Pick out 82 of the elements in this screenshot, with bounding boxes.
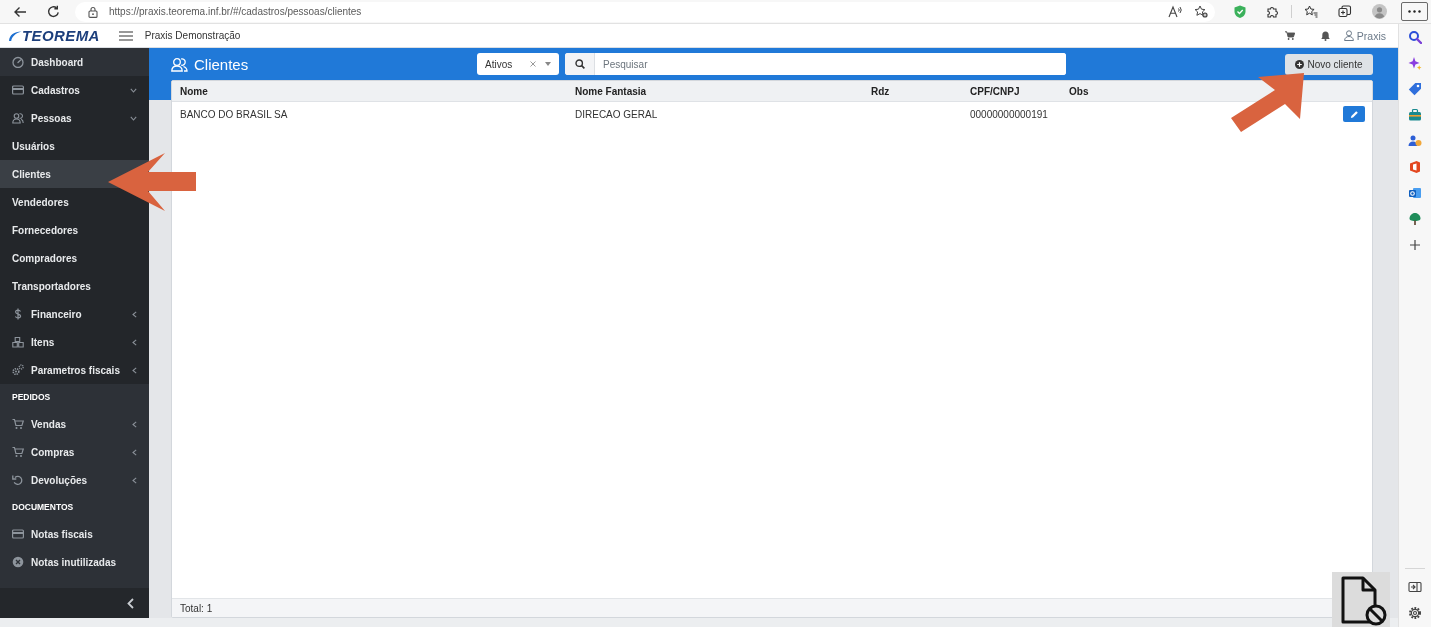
logo-text: TEOREMA xyxy=(22,27,100,44)
sidebar-item[interactable]: Notas fiscais xyxy=(0,520,105,548)
reload-icon[interactable] xyxy=(47,5,60,18)
section-label: DOCUMENTOS xyxy=(12,502,74,512)
card-icon xyxy=(12,84,24,96)
sidebar-item[interactable]: Dashboard xyxy=(0,48,96,76)
circle-x-icon xyxy=(12,556,24,568)
favorites-icon[interactable] xyxy=(1304,5,1318,18)
cart-icon xyxy=(12,446,24,458)
column-header: CPF/CNPJ xyxy=(969,85,1020,97)
sidebar-item[interactable]: Transportadores xyxy=(0,272,103,300)
more-button[interactable] xyxy=(1401,2,1428,21)
sidebar-item[interactable]: Cadastros xyxy=(0,76,149,104)
more-icon xyxy=(1408,10,1421,13)
sidebar-item[interactable]: Itens xyxy=(0,328,149,356)
avatar-icon[interactable] xyxy=(1372,4,1387,19)
address-bar[interactable]: https://praxis.teorema.inf.br/#/cadastros/pessoas/clientes xyxy=(75,1,1215,22)
gauge-icon xyxy=(12,56,24,68)
collections-icon[interactable] xyxy=(1338,5,1352,18)
read-aloud-icon[interactable] xyxy=(1168,5,1182,18)
column-header: Nome xyxy=(179,85,208,97)
page-title: Clientes xyxy=(194,55,249,73)
users-icon xyxy=(171,56,188,72)
cubes-icon xyxy=(12,336,24,348)
side-panel-icon[interactable] xyxy=(1408,580,1422,594)
tree-icon[interactable] xyxy=(1408,212,1422,226)
settings-icon[interactable] xyxy=(1408,606,1422,620)
column-header: Rdz xyxy=(870,85,890,97)
table-cell-text: 00000000000191 xyxy=(969,108,1048,120)
sidebar-item[interactable]: Vendedores xyxy=(0,188,81,216)
status-filter-select[interactable]: Ativos xyxy=(477,53,559,75)
edit-button[interactable] xyxy=(1343,106,1365,122)
section-label: PEDIDOS xyxy=(12,392,51,402)
sidebar-item[interactable]: Compradores xyxy=(0,244,89,272)
cart-icon xyxy=(12,418,24,430)
star-plus-icon[interactable] xyxy=(1194,5,1208,18)
back-icon[interactable] xyxy=(13,5,27,18)
search-field[interactable]: Pesquisar xyxy=(565,53,1066,75)
pencil-icon xyxy=(1349,109,1359,119)
people-icon[interactable] xyxy=(1408,134,1422,148)
new-client-button[interactable]: Novo cliente xyxy=(1285,53,1373,75)
sidebar-item[interactable]: Fornecedores xyxy=(0,216,91,244)
cart-icon[interactable] xyxy=(1284,31,1295,40)
column-header: Obs xyxy=(1068,85,1089,97)
toolbox-icon[interactable] xyxy=(1408,108,1422,122)
search-icon xyxy=(574,59,585,69)
chevron-left-icon[interactable] xyxy=(127,597,134,609)
bell-icon[interactable] xyxy=(1320,30,1330,41)
sidebar-item[interactable]: Vendas xyxy=(0,410,149,438)
logo-swoosh-icon xyxy=(8,29,22,42)
puzzle-icon[interactable] xyxy=(1266,5,1279,18)
sidebar-item[interactable]: Parametros fiscais xyxy=(0,356,149,384)
office-icon[interactable] xyxy=(1408,160,1422,174)
clear-icon[interactable] xyxy=(530,61,536,67)
tag-icon[interactable] xyxy=(1408,82,1422,96)
dollar-icon xyxy=(12,308,24,320)
mail-app-icon[interactable] xyxy=(1408,186,1422,200)
sidebar-item[interactable]: Devoluções xyxy=(0,466,149,494)
sidebar-item[interactable]: Pessoas xyxy=(0,104,149,132)
card-icon xyxy=(12,528,24,540)
plus-icon[interactable] xyxy=(1408,238,1422,252)
user-menu[interactable]: Praxis xyxy=(1343,29,1386,42)
plus-circle-icon xyxy=(1295,59,1305,69)
undo-icon xyxy=(12,474,24,486)
users-icon xyxy=(12,112,24,124)
sidebar-item[interactable]: Notas inutilizadas xyxy=(0,548,128,576)
sidebar-item[interactable]: Usuários xyxy=(0,132,67,160)
menu-icon[interactable] xyxy=(118,30,133,41)
sidebar-item[interactable]: Financeiro xyxy=(0,300,149,328)
company-name: Praxis Demonstração xyxy=(144,30,241,41)
search-icon[interactable] xyxy=(1408,30,1422,44)
table-cell-text: BANCO DO BRASIL SA xyxy=(179,108,288,120)
gears-icon xyxy=(12,364,24,376)
shield-check-icon[interactable] xyxy=(1234,5,1246,18)
sidebar-item[interactable]: Compras xyxy=(0,438,149,466)
column-header: Nome Fantasia xyxy=(574,85,647,97)
table-cell-text: DIRECAO GERAL xyxy=(574,108,658,120)
caret-down-icon xyxy=(545,62,551,66)
lock-icon[interactable] xyxy=(88,5,98,18)
total-count: Total: 1 xyxy=(180,602,213,614)
user-icon xyxy=(1343,30,1354,41)
sparkle-icon[interactable] xyxy=(1408,56,1422,70)
